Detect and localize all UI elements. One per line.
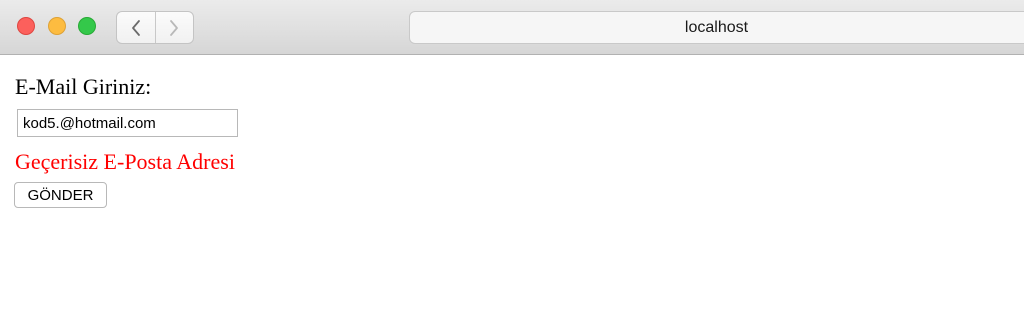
navigation-buttons (116, 11, 194, 44)
chevron-left-icon (131, 19, 140, 36)
browser-window: localhost E-Mail Giriniz: Geçerisiz E-Po… (0, 0, 1024, 335)
minimize-window-button[interactable] (48, 17, 66, 35)
chevron-right-icon (170, 19, 179, 36)
address-text: localhost (684, 19, 749, 36)
zoom-window-button[interactable] (78, 17, 96, 35)
close-window-button[interactable] (17, 17, 35, 35)
forward-button[interactable] (154, 12, 194, 43)
page-content: E-Mail Giriniz: Geçerisiz E-Posta Adresi… (0, 56, 1024, 335)
browser-toolbar: localhost (0, 0, 1024, 55)
email-input[interactable] (17, 109, 238, 137)
email-label: E-Mail Giriniz: (15, 74, 152, 99)
error-message: Geçerisiz E-Posta Adresi (15, 149, 235, 174)
back-button[interactable] (117, 12, 155, 43)
submit-button[interactable]: GÖNDER (14, 182, 107, 208)
address-bar[interactable]: localhost (409, 11, 1024, 44)
